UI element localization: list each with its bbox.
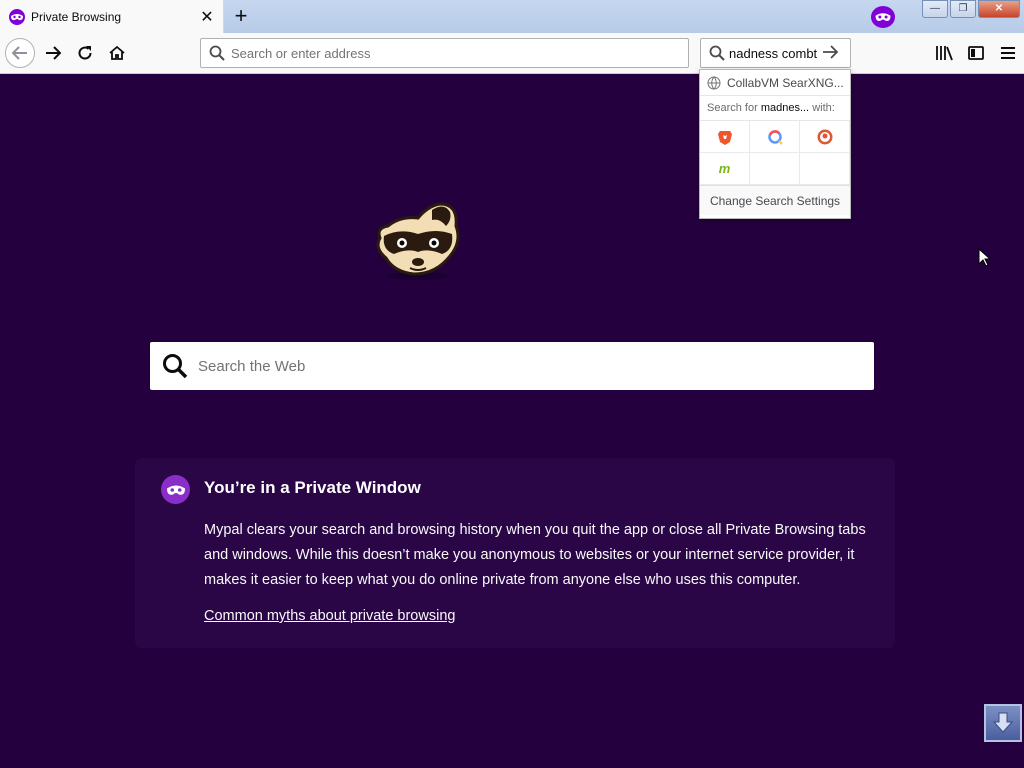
hamburger-menu-icon[interactable] — [992, 39, 1024, 67]
address-bar[interactable] — [200, 38, 689, 68]
tab-title: Private Browsing — [31, 9, 122, 24]
suggestion-text: CollabVM SearXNG... — [727, 75, 844, 90]
reload-icon[interactable] — [71, 39, 99, 67]
suggestion-item[interactable]: CollabVM SearXNG... — [700, 70, 850, 95]
private-mask-icon — [9, 8, 25, 25]
back-arrow-icon[interactable] — [5, 38, 35, 68]
toolbar-right-icons — [928, 39, 1024, 67]
search-icon — [162, 353, 188, 379]
forward-arrow-icon[interactable] — [39, 39, 67, 67]
private-browsing-indicator-icon — [871, 6, 895, 28]
new-tab-button[interactable]: + — [229, 3, 253, 29]
globe-icon — [707, 76, 721, 90]
search-suggestions-popup: CollabVM SearXNG... Search for madnes...… — [699, 69, 851, 219]
search-icon — [709, 45, 725, 61]
search-bar-input[interactable] — [729, 45, 817, 61]
home-icon[interactable] — [103, 39, 131, 67]
qwant-engine-icon[interactable] — [750, 121, 800, 153]
go-arrow-icon[interactable] — [822, 43, 839, 64]
raccoon-logo — [370, 198, 464, 284]
search-term: madnes... — [760, 102, 810, 114]
web-search-box[interactable] — [150, 342, 874, 390]
mouse-cursor-icon — [978, 247, 992, 272]
search-for-suffix: with: — [812, 102, 835, 114]
search-icon — [209, 45, 225, 61]
duckduckgo-engine-icon[interactable] — [800, 121, 850, 153]
sidebar-icon[interactable] — [960, 39, 992, 67]
private-window-description: Mypal clears your search and browsing hi… — [204, 522, 866, 588]
brave-engine-icon[interactable] — [700, 121, 750, 153]
tab-close-icon[interactable]: ✕ — [195, 7, 219, 27]
window-controls: — ❐ ✕ — [920, 0, 1020, 18]
empty-engine-slot — [800, 153, 850, 185]
download-arrow-button[interactable] — [984, 704, 1022, 742]
search-bar[interactable] — [700, 38, 851, 68]
minimize-button[interactable]: — — [922, 0, 948, 18]
engine-grid: m — [700, 120, 850, 185]
empty-engine-slot — [750, 153, 800, 185]
web-search-input[interactable] — [198, 357, 838, 375]
mojeek-engine-icon[interactable]: m — [700, 153, 750, 185]
tab-strip: Private Browsing ✕ + — ❐ ✕ — [0, 0, 1024, 33]
maximize-button[interactable]: ❐ — [950, 0, 976, 18]
private-browsing-myths-link[interactable]: Common myths about private browsing — [204, 608, 455, 624]
private-window-info-card: You’re in a Private Window Mypal clears … — [135, 458, 895, 648]
navigation-toolbar — [0, 33, 1024, 74]
search-for-header: Search for madnes... with: — [700, 95, 850, 120]
library-icon[interactable] — [928, 39, 960, 67]
change-search-settings-button[interactable]: Change Search Settings — [700, 185, 850, 215]
window-close-button[interactable]: ✕ — [978, 0, 1020, 18]
address-input[interactable] — [231, 45, 671, 61]
private-window-title: You’re in a Private Window — [204, 478, 421, 497]
search-for-prefix: Search for — [707, 102, 758, 114]
tab-private-browsing[interactable]: Private Browsing ✕ — [0, 0, 224, 33]
private-mask-icon — [161, 475, 190, 504]
